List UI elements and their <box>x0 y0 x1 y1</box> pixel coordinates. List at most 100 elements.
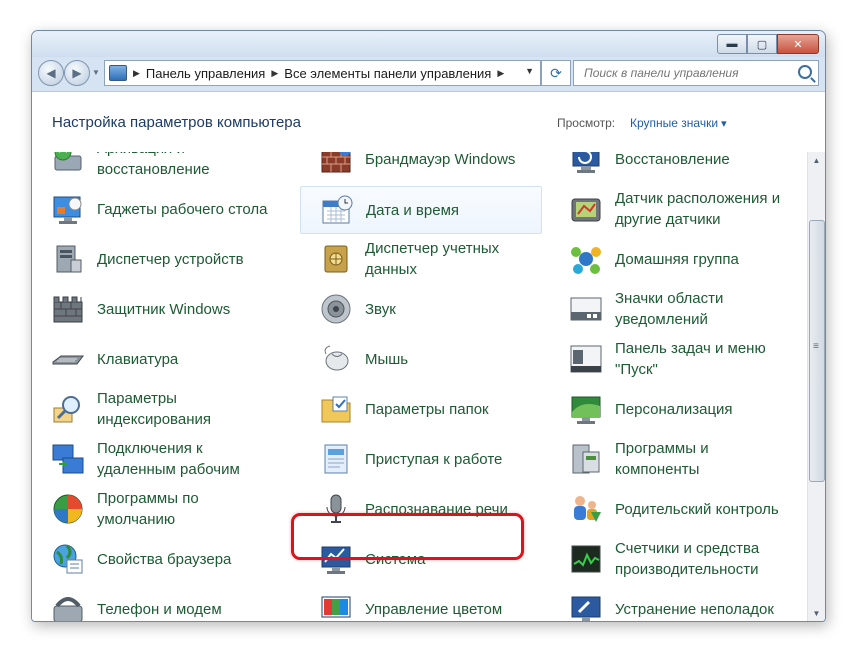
taskbar-icon <box>569 342 603 376</box>
item-label: Параметры папок <box>365 400 489 418</box>
item-label: Персонализация <box>615 400 733 418</box>
item-label: Подключения к удаленным рабочим <box>97 440 240 478</box>
item-label: Устранение неполадок <box>615 600 774 618</box>
item-recovery[interactable]: Восстановление <box>550 152 790 182</box>
scroll-thumb[interactable] <box>809 220 825 482</box>
item-keyboard[interactable]: Клавиатура <box>32 336 272 382</box>
back-button[interactable]: ◀ <box>38 60 64 86</box>
item-label: Диспетчер учетных данных <box>365 240 500 278</box>
refresh-button[interactable]: ⟳ <box>541 60 571 86</box>
mouse-icon <box>319 342 353 376</box>
item-label: Телефон и модем <box>97 600 222 618</box>
breadcrumb-separator-icon[interactable]: ▶ <box>133 68 140 79</box>
item-mouse[interactable]: Мышь <box>300 336 540 382</box>
item-label: Защитник Windows <box>97 300 231 318</box>
forward-button[interactable]: ▶ <box>64 60 90 86</box>
item-indexing[interactable]: Параметры индексирования <box>32 386 272 432</box>
vertical-scrollbar[interactable]: ▲ ▼ <box>807 152 825 621</box>
scroll-up-icon[interactable]: ▲ <box>808 152 825 169</box>
item-notification-icons[interactable]: Значки области уведомлений <box>550 286 790 332</box>
item-label: Панель задач и меню "Пуск" <box>615 340 766 378</box>
defender-icon <box>51 292 85 326</box>
item-label: Архивация и восстановление <box>97 152 210 178</box>
item-label: Значки области уведомлений <box>615 290 724 328</box>
firewall-icon <box>319 152 353 176</box>
item-label: Программы и компоненты <box>615 440 709 478</box>
items-grid: Архивация и восстановление Брандмауэр Wi… <box>32 152 807 621</box>
parental-control-icon <box>569 492 603 526</box>
page-title: Настройка параметров компьютера <box>52 114 301 131</box>
highlight-frame <box>291 513 524 560</box>
device-manager-icon <box>51 242 85 276</box>
breadcrumb-separator-icon[interactable]: ▶ <box>497 68 504 79</box>
browser-globe-icon <box>51 542 85 576</box>
close-button[interactable]: ✕ <box>777 34 819 54</box>
search-box[interactable] <box>573 60 819 86</box>
item-label: Родительский контроль <box>615 500 779 518</box>
item-color-management[interactable]: Управление цветом <box>300 586 540 621</box>
backup-icon <box>51 152 85 176</box>
credential-vault-icon <box>319 242 353 276</box>
item-troubleshooting[interactable]: Устранение неполадок <box>550 586 790 621</box>
item-remote-desktop[interactable]: Подключения к удаленным рабочим <box>32 436 272 482</box>
breadcrumb-control-panel[interactable]: Панель управления <box>146 66 265 81</box>
content-header: Настройка параметров компьютера Просмотр… <box>32 92 825 152</box>
item-defender[interactable]: Защитник Windows <box>32 286 272 332</box>
getting-started-icon <box>319 442 353 476</box>
speaker-icon <box>319 292 353 326</box>
breadcrumb-all-items[interactable]: Все элементы панели управления <box>284 66 491 81</box>
keyboard-icon <box>51 342 85 376</box>
item-credential-manager[interactable]: Диспетчер учетных данных <box>300 236 540 282</box>
item-label: Мышь <box>365 350 409 368</box>
item-folder-options[interactable]: Параметры папок <box>300 386 540 432</box>
navigation-bar: ◀ ▶ ▼ ▶ Панель управления ▶ Все элементы… <box>32 58 825 88</box>
item-label: Клавиатура <box>97 350 179 368</box>
troubleshooting-icon <box>569 592 603 621</box>
item-label: Управление цветом <box>365 600 503 618</box>
item-phone-modem[interactable]: Телефон и модем <box>32 586 272 621</box>
search-icon[interactable] <box>798 65 812 79</box>
item-personalization[interactable]: Персонализация <box>550 386 790 432</box>
item-gadgets[interactable]: Гаджеты рабочего стола <box>32 186 272 232</box>
item-device-manager[interactable]: Диспетчер устройств <box>32 236 272 282</box>
control-panel-icon <box>109 65 127 81</box>
item-location-sensor[interactable]: Датчик расположения и другие датчики <box>550 186 790 232</box>
item-label: Дата и время <box>366 201 460 219</box>
item-programs-features[interactable]: Программы и компоненты <box>550 436 790 482</box>
item-homegroup[interactable]: Домашняя группа <box>550 236 790 282</box>
item-sound[interactable]: Звук <box>300 286 540 332</box>
item-date-time[interactable]: Дата и время <box>300 186 542 234</box>
content-pane: Настройка параметров компьютера Просмотр… <box>32 91 825 621</box>
maximize-button[interactable]: ▢ <box>747 34 777 54</box>
address-dropdown-icon[interactable]: ▼ <box>525 66 534 76</box>
default-programs-icon <box>51 492 85 526</box>
item-label: Датчик расположения и другие датчики <box>615 190 781 228</box>
item-label: Приступая к работе <box>365 450 503 468</box>
scroll-down-icon[interactable]: ▼ <box>808 605 825 621</box>
item-label: Счетчики и средства производительности <box>615 540 760 578</box>
item-label: Свойства браузера <box>97 550 232 568</box>
item-parental-controls[interactable]: Родительский контроль <box>550 486 790 532</box>
address-bar[interactable]: ▶ Панель управления ▶ Все элементы панел… <box>104 60 541 86</box>
item-internet-options[interactable]: Свойства браузера <box>32 536 272 582</box>
item-firewall[interactable]: Брандмауэр Windows <box>300 152 540 182</box>
programs-features-icon <box>569 442 603 476</box>
item-backup[interactable]: Архивация и восстановление <box>32 152 272 182</box>
item-label: Гаджеты рабочего стола <box>97 200 268 218</box>
history-dropdown-icon[interactable]: ▼ <box>92 68 100 77</box>
control-panel-window: ▬ ▢ ✕ ◀ ▶ ▼ ▶ Панель управления ▶ Все эл… <box>31 30 826 622</box>
minimize-button[interactable]: ▬ <box>717 34 747 54</box>
item-default-programs[interactable]: Программы по умолчанию <box>32 486 272 532</box>
item-label: Звук <box>365 300 396 318</box>
item-getting-started[interactable]: Приступая к работе <box>300 436 540 482</box>
title-bar: ▬ ▢ ✕ <box>32 31 825 57</box>
search-input[interactable] <box>582 61 786 85</box>
homegroup-icon <box>569 242 603 276</box>
folder-options-icon <box>319 392 353 426</box>
breadcrumb-separator-icon[interactable]: ▶ <box>271 68 278 79</box>
item-performance[interactable]: Счетчики и средства производительности <box>550 536 790 582</box>
view-mode-dropdown[interactable]: Крупные значки <box>630 116 727 130</box>
item-taskbar[interactable]: Панель задач и меню "Пуск" <box>550 336 790 382</box>
indexing-icon <box>51 392 85 426</box>
item-label: Параметры индексирования <box>97 390 211 428</box>
